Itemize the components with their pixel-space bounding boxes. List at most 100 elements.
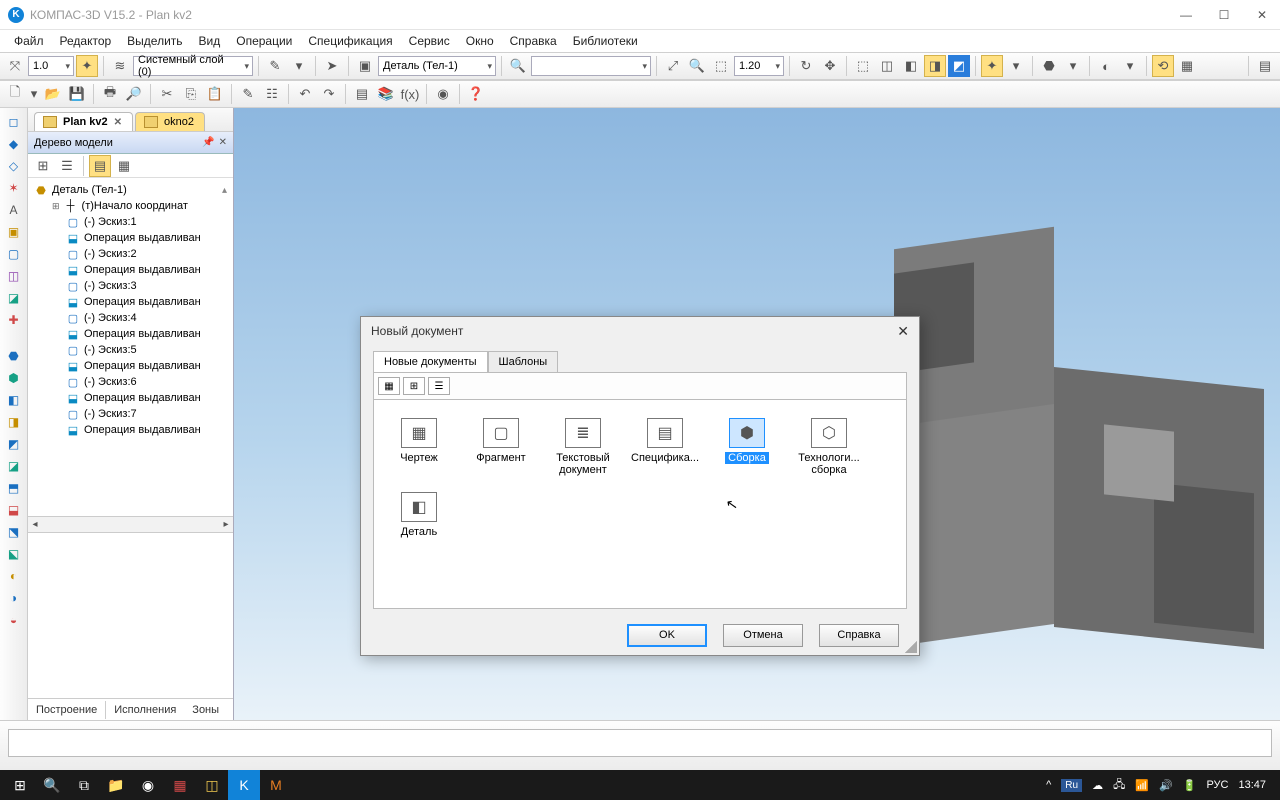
- paste-icon[interactable]: 📋: [204, 83, 226, 105]
- shaded-edges-icon[interactable]: ◨: [924, 55, 946, 77]
- model-tree[interactable]: ⬣ Деталь (Тел-1) ▴ ⊞ ┼ (т)Начало координ…: [28, 178, 233, 516]
- start-button[interactable]: ⊞: [4, 770, 36, 800]
- rotate-icon[interactable]: ↻: [795, 55, 817, 77]
- tool-text-icon[interactable]: A: [4, 200, 24, 220]
- app-icon-1[interactable]: ▦: [164, 770, 196, 800]
- scale-combo[interactable]: 1.0: [28, 56, 74, 76]
- doc-type-текстовый-документ[interactable]: ≣Текстовый документ: [546, 414, 620, 480]
- search-icon[interactable]: 🔍: [36, 770, 68, 800]
- grid-icon[interactable]: ▦: [1176, 55, 1198, 77]
- panel-close-icon[interactable]: ✕: [219, 137, 227, 148]
- doc-type-фрагмент[interactable]: ▢Фрагмент: [464, 414, 538, 480]
- print-icon[interactable]: 🖶: [99, 83, 121, 105]
- zoom-in-icon[interactable]: 🔍: [686, 55, 708, 77]
- new-icon[interactable]: 🗋: [4, 83, 26, 105]
- save-icon[interactable]: 💾: [66, 83, 88, 105]
- doc-type-специфика-[interactable]: ▤Специфика...: [628, 414, 702, 480]
- tool-7[interactable]: ◫: [4, 266, 24, 286]
- dialog-close-icon[interactable]: ✕: [897, 323, 909, 340]
- part-combo[interactable]: Деталь (Тел-1): [378, 56, 496, 76]
- library-icon[interactable]: 📚: [375, 83, 397, 105]
- zoom-combo[interactable]: 1.20: [734, 56, 784, 76]
- tool-geometry-icon[interactable]: ◻: [4, 112, 24, 132]
- network-icon[interactable]: 🖧: [1113, 776, 1125, 795]
- menu-editor[interactable]: Редактор: [54, 32, 118, 50]
- tree-item[interactable]: ▢(-) Эскиз:2: [30, 246, 231, 262]
- ucs-icon[interactable]: ⤧: [4, 55, 26, 77]
- doc-type-деталь[interactable]: ◧Деталь: [382, 488, 456, 542]
- command-input[interactable]: [8, 729, 1272, 757]
- spec-icon[interactable]: ▤: [351, 83, 373, 105]
- tool-5[interactable]: ▣: [4, 222, 24, 242]
- zoom-fit-icon[interactable]: ⤢: [662, 55, 684, 77]
- menu-service[interactable]: Сервис: [403, 32, 456, 50]
- view-small-icon[interactable]: ⊞: [403, 377, 425, 395]
- close-button[interactable]: ✕: [1252, 8, 1272, 22]
- tool-1[interactable]: ◆: [4, 134, 24, 154]
- sketch-icon[interactable]: ✎: [264, 55, 286, 77]
- expand-icon[interactable]: ⊞: [52, 201, 60, 212]
- empty-combo[interactable]: [531, 56, 651, 76]
- extra-icon[interactable]: ▤: [1254, 55, 1276, 77]
- pan-icon[interactable]: ✥: [819, 55, 841, 77]
- menu-libraries[interactable]: Библиотеки: [567, 32, 644, 50]
- tree-item[interactable]: ⬓Операция выдавливан: [30, 230, 231, 246]
- arrow-icon[interactable]: ➤: [321, 55, 343, 77]
- tree-item[interactable]: ⬓Операция выдавливан: [30, 422, 231, 438]
- onedrive-icon[interactable]: ☁: [1092, 779, 1103, 792]
- tree-item[interactable]: ⬓Операция выдавливан: [30, 294, 231, 310]
- tray-up-icon[interactable]: ^: [1046, 779, 1051, 791]
- doc-type-сборка[interactable]: ⬢Сборка: [710, 414, 784, 480]
- copy-icon[interactable]: ⎘: [180, 83, 202, 105]
- tree-item[interactable]: ⬓Операция выдавливан: [30, 390, 231, 406]
- maximize-button[interactable]: ☐: [1214, 8, 1234, 22]
- layer-combo[interactable]: Системный слой (0): [133, 56, 253, 76]
- scroll-left-icon[interactable]: ◂: [28, 519, 42, 530]
- clock[interactable]: 13:47: [1238, 779, 1266, 791]
- power-icon[interactable]: 🔋: [1183, 779, 1197, 792]
- record-icon[interactable]: ◉: [432, 83, 454, 105]
- lang-badge[interactable]: Ru: [1061, 779, 1082, 792]
- tool-8[interactable]: ◪: [4, 288, 24, 308]
- view-list-icon[interactable]: ☰: [428, 377, 450, 395]
- close-icon[interactable]: ✕: [114, 117, 122, 128]
- dialog-tab-templates[interactable]: Шаблоны: [488, 351, 559, 372]
- zoom-window-icon[interactable]: ⬚: [710, 55, 732, 77]
- step-toggle[interactable]: ✦: [76, 55, 98, 77]
- tree-hscroll[interactable]: ◂ ▸: [28, 516, 233, 532]
- help-button[interactable]: Справка: [819, 624, 899, 647]
- tree-mode1-icon[interactable]: ⊞: [32, 155, 54, 177]
- menu-file[interactable]: Файл: [8, 32, 50, 50]
- menu-select[interactable]: Выделить: [121, 32, 188, 50]
- tool-h[interactable]: ⬓: [4, 500, 24, 520]
- section-icon[interactable]: ◐: [1095, 55, 1117, 77]
- menu-window[interactable]: Окно: [460, 32, 500, 50]
- tree-root[interactable]: ⬣ Деталь (Тел-1) ▴: [30, 182, 231, 198]
- tree-item[interactable]: ▢(-) Эскиз:7: [30, 406, 231, 422]
- preview-icon[interactable]: 🔎: [123, 83, 145, 105]
- bottom-tab-zones[interactable]: Зоны: [184, 701, 227, 719]
- tool-g[interactable]: ⬒: [4, 478, 24, 498]
- rebuild-icon[interactable]: ⟲: [1152, 55, 1174, 77]
- tab-okno2[interactable]: okno2: [135, 112, 205, 131]
- minimize-button[interactable]: —: [1176, 8, 1196, 22]
- tool-3[interactable]: ✶: [4, 178, 24, 198]
- help-icon[interactable]: ❓: [465, 83, 487, 105]
- tool-m[interactable]: ◒: [4, 610, 24, 630]
- tree-item[interactable]: ▢(-) Эскиз:3: [30, 278, 231, 294]
- orient-icon[interactable]: ⬣: [1038, 55, 1060, 77]
- tool-c[interactable]: ◧: [4, 390, 24, 410]
- tab-plan-kv2[interactable]: Plan kv2 ✕: [34, 112, 133, 131]
- render-icon[interactable]: ✦: [981, 55, 1003, 77]
- pin-icon[interactable]: 📌: [202, 137, 214, 148]
- tool-j[interactable]: ⬕: [4, 544, 24, 564]
- tool-a[interactable]: ⬣: [4, 346, 24, 366]
- menu-view[interactable]: Вид: [193, 32, 227, 50]
- tool-f[interactable]: ◪: [4, 456, 24, 476]
- view-drop[interactable]: ▾: [1005, 55, 1027, 77]
- tool-e[interactable]: ◩: [4, 434, 24, 454]
- properties-icon[interactable]: ☷: [261, 83, 283, 105]
- taskview-icon[interactable]: ⧉: [68, 770, 100, 800]
- bottom-tab-exec[interactable]: Исполнения: [106, 701, 184, 719]
- menu-help[interactable]: Справка: [504, 32, 563, 50]
